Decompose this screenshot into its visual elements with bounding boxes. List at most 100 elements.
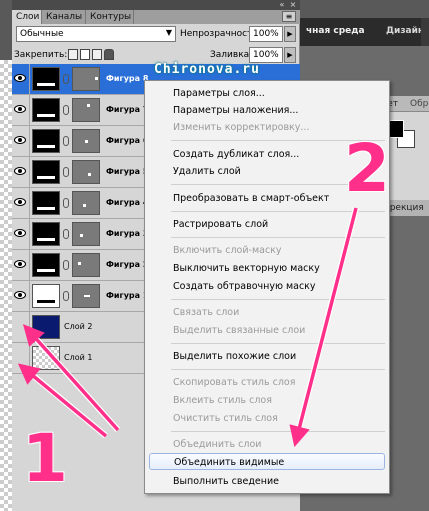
menu-item-flatten-image[interactable]: Выполнить сведение (145, 473, 389, 490)
eye-icon (14, 167, 26, 175)
workspace-more-arrow[interactable] (421, 18, 429, 46)
link-icon (63, 229, 69, 239)
menu-separator (171, 237, 385, 238)
layer-thumbnail (32, 129, 60, 153)
menu-item-paste-layer-style: Вклеить стиль слоя (173, 395, 272, 406)
layer-name: Фигура 8 (106, 74, 149, 83)
layer-thumbnail (32, 346, 60, 370)
lock-label: Закрепить: (14, 50, 68, 60)
layer-name: Фигура 1 (106, 291, 149, 300)
visibility-toggle[interactable] (12, 343, 30, 374)
eye-icon (14, 291, 26, 299)
layer-thumbnail (32, 284, 60, 308)
menu-item-merge-layers: Объединить слои (173, 439, 262, 450)
opacity-slider-arrow-icon[interactable]: ▶ (284, 26, 296, 42)
link-icon (63, 105, 69, 115)
link-icon (63, 74, 69, 84)
vector-mask-thumbnail (72, 253, 100, 277)
visibility-toggle[interactable] (12, 219, 30, 250)
menu-item-copy-layer-style: Скопировать стиль слоя (173, 377, 296, 388)
annotation-number-1: 1 (22, 420, 68, 497)
menu-item-disable-vector-mask[interactable]: Выключить векторную маску (145, 260, 389, 277)
visibility-toggle[interactable] (12, 281, 30, 312)
menu-item-blending-options[interactable]: Параметры наложения... (145, 102, 389, 119)
chevron-down-icon: ▼ (165, 28, 172, 37)
menu-separator (171, 343, 385, 344)
panel-titlebar: « × (12, 0, 300, 10)
menu-separator (171, 369, 385, 370)
eye-icon (14, 260, 26, 268)
menu-item-select-linked-layers: Выделить связанные слои (173, 325, 306, 336)
visibility-toggle[interactable] (12, 64, 30, 95)
menu-item-select-similar-layers[interactable]: Выделить похожие слои (145, 348, 389, 365)
menu-item-enable-layer-mask: Включить слой-маску (173, 245, 282, 256)
layer-name: Фигура 6 (106, 136, 149, 145)
link-icon (63, 198, 69, 208)
lock-position-icon[interactable] (92, 49, 102, 60)
fill-slider-arrow-icon[interactable]: ▶ (284, 47, 296, 63)
workspace-switcher: чная среда Дизайн (300, 18, 429, 46)
panel-menu-icon[interactable]: ≡ (282, 11, 296, 22)
lock-pixels-icon[interactable] (80, 49, 90, 60)
menu-separator (171, 211, 385, 212)
vector-mask-thumbnail (72, 67, 100, 91)
layer-name: Фигура 2 (106, 260, 149, 269)
vector-mask-thumbnail (72, 284, 100, 308)
opacity-input[interactable]: 100% (249, 26, 283, 42)
tab-swatches[interactable]: Обр (410, 99, 428, 109)
layer-name: Слой 2 (64, 322, 93, 331)
menu-item-merge-visible[interactable]: Объединить видимые (149, 453, 385, 470)
eye-icon (14, 198, 26, 206)
menu-item-link-layers: Связать слои (173, 307, 240, 318)
vector-mask-thumbnail (72, 160, 100, 184)
tab-layers[interactable]: Слои (12, 10, 42, 24)
menu-separator (171, 299, 385, 300)
blend-row: Обычные ▼ Непрозрачность: 100% ▶ (12, 24, 300, 46)
visibility-toggle[interactable] (12, 95, 30, 126)
fill-label: Заливка: (210, 50, 253, 60)
layer-thumbnail (32, 222, 60, 246)
blend-mode-value: Обычные (20, 29, 64, 39)
layer-thumbnail (32, 160, 60, 184)
layer-thumbnail (32, 98, 60, 122)
layer-thumbnail (32, 67, 60, 91)
vector-mask-thumbnail (72, 129, 100, 153)
workspace-design[interactable]: Дизайн (386, 26, 424, 36)
layer-name: Фигура 4 (106, 198, 149, 207)
site-watermark: Chironova.ru (154, 62, 260, 77)
fill-input[interactable]: 100% (249, 47, 283, 63)
blend-mode-select[interactable]: Обычные ▼ (16, 26, 176, 42)
menu-item-rasterize-layer[interactable]: Растрировать слой (145, 216, 389, 233)
visibility-toggle[interactable] (12, 126, 30, 157)
link-icon (63, 136, 69, 146)
vector-mask-thumbnail (72, 98, 100, 122)
close-icon[interactable]: × (289, 1, 297, 9)
link-icon (63, 291, 69, 301)
collapse-icon[interactable]: « (278, 1, 286, 9)
visibility-toggle[interactable] (12, 188, 30, 219)
canvas-transparent-area (0, 60, 12, 511)
annotation-number-2: 2 (344, 130, 390, 207)
vector-mask-thumbnail (72, 222, 100, 246)
tab-channels[interactable]: Каналы (42, 10, 86, 24)
layer-thumbnail (32, 191, 60, 215)
eye-icon (14, 136, 26, 144)
eye-icon (14, 229, 26, 237)
vector-mask-thumbnail (72, 191, 100, 215)
lock-all-icon[interactable] (104, 49, 114, 60)
tab-paths[interactable]: Контуры (86, 10, 134, 24)
eye-icon (14, 105, 26, 113)
layer-name: Фигура 7 (106, 105, 149, 114)
layer-name: Фигура 5 (106, 167, 149, 176)
layer-name: Фигура 3 (106, 229, 149, 238)
eye-icon (14, 74, 26, 82)
visibility-toggle[interactable] (12, 250, 30, 281)
menu-item-create-clipping-mask[interactable]: Создать обтравочную маску (145, 278, 389, 295)
workspace-essentials[interactable]: чная среда (306, 26, 365, 36)
layer-thumbnail (32, 315, 60, 339)
visibility-toggle[interactable] (12, 312, 30, 343)
menu-separator (171, 431, 385, 432)
visibility-toggle[interactable] (12, 157, 30, 188)
menu-item-layer-properties[interactable]: Параметры слоя... (145, 85, 389, 102)
lock-transparency-icon[interactable] (68, 49, 78, 60)
